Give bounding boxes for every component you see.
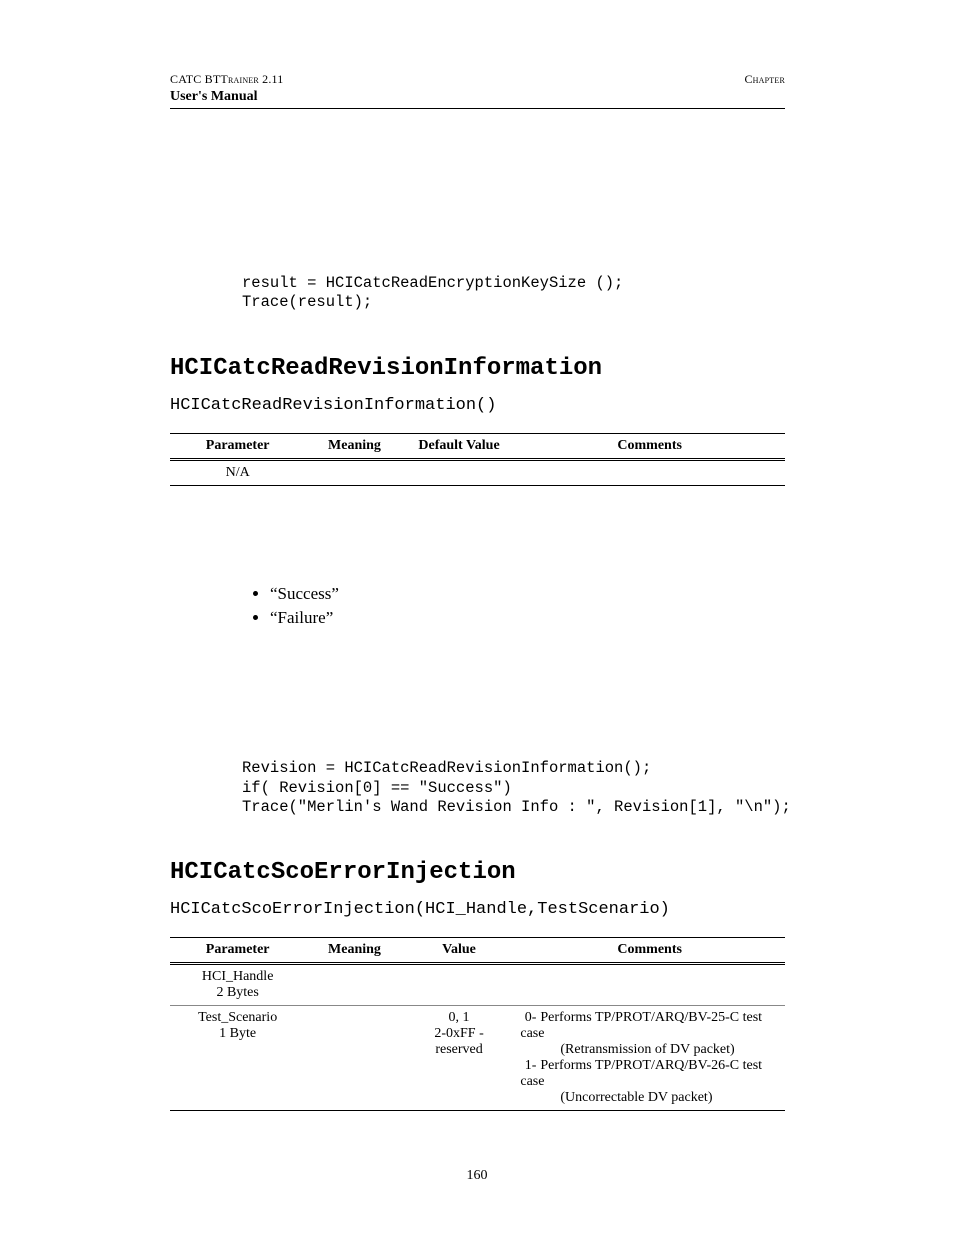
header-rule — [170, 108, 785, 109]
table-row: HCI_Handle 2 Bytes — [170, 964, 785, 1006]
th-parameter: Parameter — [170, 938, 305, 964]
manual-title: User's Manual — [170, 89, 785, 105]
th-comments: Comments — [514, 433, 785, 459]
th-value: Value — [404, 938, 515, 964]
cell-value: 0, 1 2-0xFF - reserved — [404, 1006, 515, 1111]
cell-comments — [514, 459, 785, 485]
cell-parameter: HCI_Handle 2 Bytes — [170, 964, 305, 1006]
section-title-scoerror: HCICatcScoErrorInjection — [170, 859, 785, 886]
cell-line: reserved — [435, 1042, 482, 1057]
header-product: CATC BT — [170, 72, 220, 86]
comment-num: 0- — [520, 1010, 536, 1026]
th-value: Default Value — [404, 433, 515, 459]
cell-line: 2 Bytes — [216, 985, 258, 1000]
table-header-row: Parameter Meaning Value Comments — [170, 938, 785, 964]
header-right: Chapter — [744, 72, 785, 87]
page-number: 160 — [0, 1168, 954, 1184]
comment-text: Performs TP/PROT/ARQ/BV-25-C test case — [520, 1010, 762, 1041]
cell-line: HCI_Handle — [202, 969, 274, 984]
signature-readrevision: HCICatcReadRevisionInformation() — [170, 396, 785, 415]
param-table-2: Parameter Meaning Value Comments HCI_Han… — [170, 937, 785, 1111]
table-header-row: Parameter Meaning Default Value Comments — [170, 433, 785, 459]
code-block-2: Revision = HCICatcReadRevisionInformatio… — [242, 759, 785, 817]
cell-parameter: Test_Scenario 1 Byte — [170, 1006, 305, 1111]
cell-line: 1 Byte — [219, 1026, 256, 1041]
header-product-suffix: Trainer — [220, 72, 259, 86]
table-row: Test_Scenario 1 Byte 0, 1 2-0xFF - reser… — [170, 1006, 785, 1111]
signature-scoerror: HCICatcScoErrorInjection(HCI_Handle,Test… — [170, 900, 785, 919]
cell-comments: 0-Performs TP/PROT/ARQ/BV-25-C test case… — [514, 1006, 785, 1111]
comment-text: Performs TP/PROT/ARQ/BV-26-C test case — [520, 1058, 762, 1089]
cell-meaning — [305, 1006, 403, 1111]
header-version: 2.11 — [259, 72, 284, 86]
cell-meaning — [305, 459, 403, 485]
cell-value — [404, 964, 515, 1006]
th-meaning: Meaning — [305, 938, 403, 964]
cell-meaning — [305, 964, 403, 1006]
table-row: N/A — [170, 459, 785, 485]
page-header: CATC BTTrainer 2.11 Chapter — [170, 72, 785, 87]
cell-value — [404, 459, 515, 485]
list-item: “Success” — [270, 582, 785, 606]
cell-parameter: N/A — [170, 459, 305, 485]
section-title-readrevision: HCICatcReadRevisionInformation — [170, 355, 785, 382]
return-list: “Success” “Failure” — [270, 582, 785, 630]
comment-text: (Uncorrectable DV packet) — [520, 1090, 779, 1106]
comment-text: (Retransmission of DV packet) — [520, 1042, 779, 1058]
th-meaning: Meaning — [305, 433, 403, 459]
th-parameter: Parameter — [170, 433, 305, 459]
code-block-1: result = HCICatcReadEncryptionKeySize ()… — [242, 274, 785, 313]
cell-line: 0, 1 — [449, 1010, 470, 1025]
param-table-1: Parameter Meaning Default Value Comments… — [170, 433, 785, 486]
cell-line: Test_Scenario — [198, 1010, 277, 1025]
cell-line: 2-0xFF - — [434, 1026, 483, 1041]
header-left: CATC BTTrainer 2.11 — [170, 72, 284, 87]
cell-comments — [514, 964, 785, 1006]
th-comments: Comments — [514, 938, 785, 964]
list-item: “Failure” — [270, 606, 785, 630]
comment-num: 1- — [520, 1058, 536, 1074]
